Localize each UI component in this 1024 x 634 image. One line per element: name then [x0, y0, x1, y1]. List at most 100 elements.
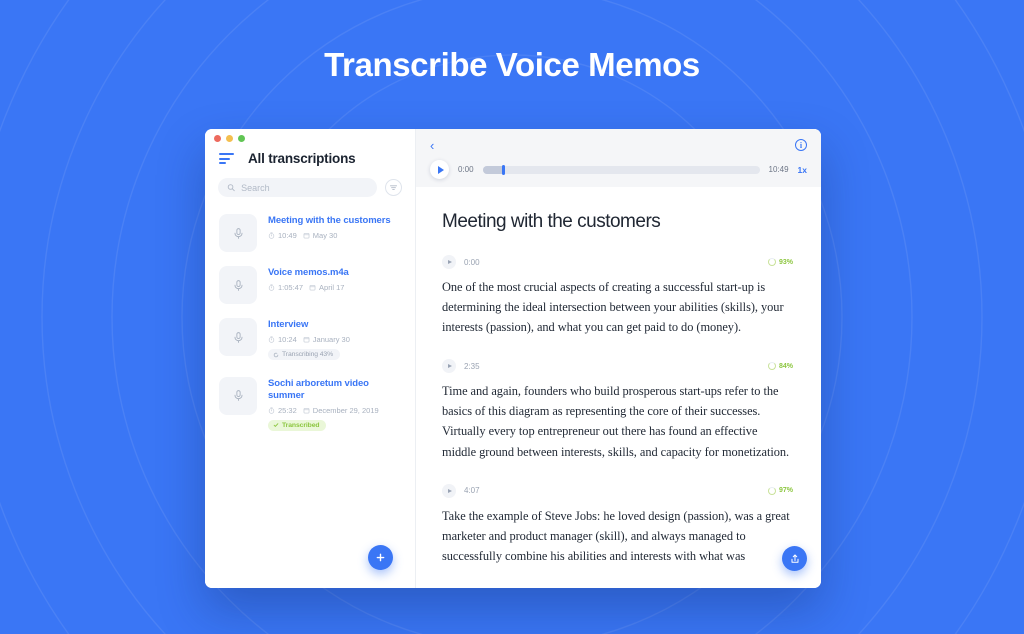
calendar-icon — [303, 408, 310, 414]
date-text: May 30 — [312, 231, 338, 241]
transcript-segment-header: 4:07 97% — [442, 483, 793, 498]
confidence-gauge-icon — [767, 486, 776, 495]
microphone-icon — [219, 376, 257, 415]
list-item-title: Voice memos.m4a — [268, 267, 349, 278]
sidebar-title: All transcriptions — [248, 151, 356, 166]
hamburger-icon[interactable] — [219, 153, 234, 164]
confidence-badge: 93% — [767, 258, 793, 266]
transcription-list: Meeting with the customers 10:49 May 30 … — [205, 207, 415, 588]
list-item-title: Meeting with the customers — [268, 215, 391, 226]
transcript-title: Meeting with the customers — [442, 211, 661, 232]
calendar-icon — [303, 233, 310, 239]
duration-cell: 1:05:47 — [268, 283, 303, 292]
segment-text: One of the most crucial aspects of creat… — [442, 280, 784, 335]
list-item-meta: 10:49 May 30 — [268, 231, 401, 240]
timer-icon — [268, 336, 275, 343]
segment-play-button[interactable] — [442, 255, 456, 269]
microphone-icon — [219, 266, 257, 304]
date-text: April 17 — [319, 283, 345, 293]
date-cell: December 29, 2019 — [303, 406, 379, 415]
segment-text: Time and again, founders who build prosp… — [442, 384, 790, 459]
duration-cell: 10:49 — [268, 231, 297, 240]
status-badge-label: Transcribed — [282, 421, 320, 429]
duration-text: 10:24 — [278, 335, 297, 345]
segment-text: Take the example of Steve Jobs: he loved… — [442, 508, 790, 563]
list-item-body: Meeting with the customers 10:49 May 30 — [268, 214, 401, 252]
confidence-badge: 84% — [767, 362, 793, 371]
main-panel: ‹ i 0:00 10:49 1x Meeting with the custo… — [416, 129, 821, 588]
duration-text: 25:32 — [278, 405, 297, 415]
plus-icon — [376, 553, 385, 562]
confidence-value: 93% — [778, 258, 793, 266]
segment-play-button[interactable] — [442, 483, 456, 498]
list-item[interactable]: Interview 10:24 January 30 Transcribing … — [215, 311, 405, 370]
date-cell: January 30 — [303, 335, 350, 344]
list-item-body: Voice memos.m4a 1:05:47 April 17 — [268, 266, 401, 304]
duration-text: 1:05:47 — [278, 283, 304, 293]
progress-slider[interactable] — [482, 164, 760, 175]
microphone-icon — [219, 318, 257, 356]
confidence-value: 84% — [778, 362, 793, 370]
list-item[interactable]: Meeting with the customers 10:49 May 30 — [215, 207, 405, 259]
search-box[interactable] — [218, 178, 377, 197]
calendar-icon — [303, 337, 310, 343]
chevron-left-icon[interactable]: ‹ — [430, 139, 434, 152]
date-cell: April 17 — [309, 283, 344, 292]
status-badge-label: Transcribing 43% — [282, 351, 334, 359]
check-icon — [273, 423, 279, 428]
info-icon[interactable]: i — [795, 139, 807, 151]
confidence-value: 97% — [778, 487, 793, 495]
microphone-icon — [219, 214, 257, 252]
timer-icon — [268, 284, 275, 291]
minimize-button[interactable] — [226, 135, 233, 142]
list-item-meta: 10:24 January 30 — [268, 335, 401, 344]
timer-icon — [268, 232, 275, 239]
close-button[interactable] — [214, 135, 221, 142]
search-icon — [227, 184, 235, 192]
confidence-gauge-icon — [767, 258, 776, 266]
duration-cell: 25:32 — [268, 406, 297, 415]
confidence-badge: 97% — [767, 486, 793, 495]
list-item[interactable]: Sochi arboretum video summer 25:32 Decem… — [215, 370, 405, 441]
calendar-icon — [309, 285, 316, 291]
segment-left: 4:07 — [442, 483, 480, 498]
segment-play-button[interactable] — [442, 359, 456, 374]
window-titlebar — [205, 129, 415, 148]
duration-cell: 10:24 — [268, 335, 297, 344]
sidebar-header: All transcriptions — [205, 148, 415, 176]
status-badge: Transcribed — [268, 419, 327, 431]
progress-handle[interactable] — [501, 164, 505, 175]
list-item-meta: 1:05:47 April 17 — [268, 283, 401, 292]
sidebar: All transcriptions Search Meeting with t… — [205, 129, 416, 588]
segment-time: 2:35 — [464, 361, 480, 371]
segment-time: 4:07 — [464, 486, 480, 496]
list-item-title: Interview — [268, 319, 309, 330]
list-item[interactable]: Voice memos.m4a 1:05:47 April 17 — [215, 259, 405, 311]
list-item-body: Interview 10:24 January 30 Transcribing … — [268, 318, 401, 363]
search-input[interactable] — [241, 182, 368, 193]
play-button[interactable] — [430, 160, 449, 179]
transcript-body: Meeting with the customers 0:00 93% One … — [416, 187, 821, 588]
list-item-body: Sochi arboretum video summer 25:32 Decem… — [268, 377, 401, 434]
transcript-segment-header: 0:00 93% — [442, 255, 793, 269]
current-time: 0:00 — [458, 165, 474, 174]
date-cell: May 30 — [303, 231, 338, 241]
filter-icon[interactable] — [385, 179, 402, 196]
total-time: 10:49 — [768, 165, 789, 174]
spinner-icon — [273, 352, 279, 357]
player-top-row: ‹ i — [430, 135, 807, 155]
add-transcription-button[interactable] — [368, 545, 393, 570]
page-title: Transcribe Voice Memos — [324, 46, 700, 83]
share-button[interactable] — [782, 546, 807, 571]
list-item-meta: 25:32 December 29, 2019 — [268, 406, 401, 415]
date-text: January 30 — [312, 335, 350, 345]
transcript-segment-header: 2:35 84% — [442, 359, 793, 374]
share-upload-icon — [791, 554, 798, 563]
maximize-button[interactable] — [238, 135, 245, 142]
playback-speed-button[interactable]: 1x — [798, 165, 807, 175]
segment-left: 2:35 — [442, 359, 480, 374]
search-row — [205, 176, 415, 207]
progress-filled — [482, 165, 502, 174]
duration-text: 10:49 — [278, 231, 297, 241]
app-window: All transcriptions Search Meeting with t… — [205, 129, 821, 588]
